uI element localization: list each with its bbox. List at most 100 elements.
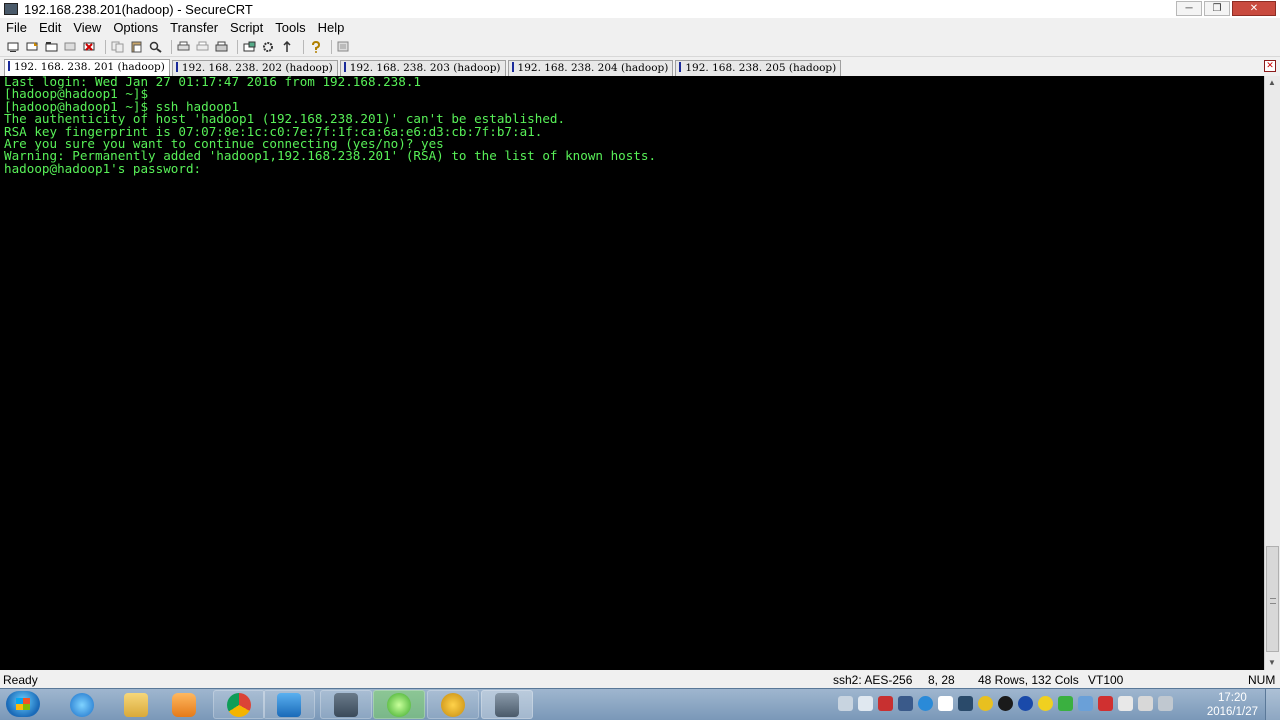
toolbar-separator (303, 39, 304, 54)
connect-tab-icon[interactable] (44, 39, 60, 54)
media-player-icon (172, 692, 196, 717)
status-cipher: ssh2: AES-256 (833, 673, 913, 687)
taskbar-ie[interactable] (56, 690, 108, 719)
disconnect-icon[interactable] (82, 39, 98, 54)
copy-icon[interactable] (110, 39, 126, 54)
status-cursor-position: 8, 28 (928, 673, 955, 687)
minimize-button[interactable]: ─ (1176, 1, 1202, 16)
menu-view[interactable]: View (67, 20, 107, 35)
menu-help[interactable]: Help (312, 20, 351, 35)
taskbar: 17:20 2016/1/27 (0, 688, 1280, 720)
securecrt-icon (495, 692, 519, 717)
file-explorer-icon (124, 692, 148, 717)
menu-edit[interactable]: Edit (33, 20, 67, 35)
taskbar-security[interactable] (320, 690, 372, 719)
tab-session-205[interactable]: 192. 168. 238. 205 (hadoop) (675, 60, 842, 76)
scroll-down-icon[interactable]: ▼ (1265, 656, 1279, 670)
plus-icon[interactable] (1038, 696, 1053, 711)
taskbar-e-app[interactable] (427, 690, 479, 719)
tab-session-201[interactable]: 192. 168. 238. 201 (hadoop) (4, 59, 170, 76)
session-options-icon[interactable] (242, 39, 258, 54)
print-icon[interactable] (214, 39, 230, 54)
sftp-icon[interactable] (336, 39, 352, 54)
taskbar-explorer[interactable] (110, 690, 162, 719)
keyboard-icon[interactable] (838, 696, 853, 711)
help-icon[interactable] (308, 39, 324, 54)
tab-session-204[interactable]: 192. 168. 238. 204 (hadoop) (507, 60, 674, 76)
antivirus-icon[interactable] (878, 696, 893, 711)
toolbar-separator (171, 39, 172, 54)
security-shield-icon[interactable] (1058, 696, 1073, 711)
signal-icon[interactable] (1158, 696, 1173, 711)
tab-session-203[interactable]: 192. 168. 238. 203 (hadoop) (339, 60, 506, 76)
network-share-icon[interactable] (898, 696, 913, 711)
maximize-button[interactable]: ❐ (1204, 1, 1230, 16)
close-tab-icon[interactable]: ✕ (1264, 60, 1276, 72)
status-emulation: VT100 (1088, 673, 1124, 687)
volume-icon[interactable] (1138, 696, 1153, 711)
status-bar: Ready ssh2: AES-256 8, 28 48 Rows, 132 C… (0, 672, 1280, 688)
internet-explorer-icon (70, 692, 94, 717)
securecrt-app-icon[interactable] (4, 3, 18, 15)
menu-script[interactable]: Script (224, 20, 269, 35)
system-tray (838, 696, 1173, 711)
window-controls: ─ ❐ ✕ (1176, 1, 1276, 16)
taskbar-chrome[interactable] (213, 690, 265, 719)
taskbar-outlook[interactable] (263, 690, 315, 719)
scroll-up-icon[interactable]: ▲ (1265, 76, 1279, 90)
taskbar-media[interactable] (158, 690, 210, 719)
connect-icon[interactable] (6, 39, 22, 54)
smiley-icon[interactable] (978, 696, 993, 711)
monitor-icon[interactable] (958, 696, 973, 711)
menu-tools[interactable]: Tools (269, 20, 311, 35)
terminal-scrollbar[interactable]: ▲ ▼ (1264, 76, 1280, 670)
system-clock[interactable]: 17:20 2016/1/27 (1207, 691, 1258, 719)
reconnect-icon[interactable] (63, 39, 79, 54)
qq-icon[interactable] (998, 696, 1013, 711)
keymap-icon[interactable] (280, 39, 296, 54)
quick-connect-icon[interactable] (25, 39, 41, 54)
bluetooth-icon[interactable] (1018, 696, 1033, 711)
status-numlock: NUM (1248, 673, 1276, 687)
scroll-grip-icon (1270, 598, 1276, 604)
toolbar (0, 37, 1280, 57)
paste-icon[interactable] (129, 39, 145, 54)
shield-icon[interactable] (918, 696, 933, 711)
sync-app-icon (387, 692, 411, 717)
start-button[interactable] (6, 691, 40, 717)
menu-options[interactable]: Options (107, 20, 164, 35)
power-icon[interactable] (1118, 696, 1133, 711)
terminal-line: hadoop@hadoop1's password: (4, 160, 202, 176)
print-setup-icon[interactable] (176, 39, 192, 54)
status-terminal-size: 48 Rows, 132 Cols (978, 673, 1079, 687)
show-desktop-button[interactable] (1265, 689, 1280, 720)
flag-icon[interactable] (1098, 696, 1113, 711)
toolbar-separator (331, 39, 332, 54)
pen-icon[interactable] (858, 696, 873, 711)
display-icon[interactable] (1078, 696, 1093, 711)
find-icon[interactable] (148, 39, 164, 54)
toolbar-separator (105, 39, 106, 54)
taskbar-sync[interactable] (373, 690, 425, 719)
menu-file[interactable]: File (0, 20, 33, 35)
print-selection-icon[interactable] (195, 39, 211, 54)
status-ready: Ready (3, 673, 38, 687)
menu-transfer[interactable]: Transfer (164, 20, 224, 35)
window-title: 192.168.238.201(hadoop) - SecureCRT (24, 1, 253, 17)
tab-session-202[interactable]: 192. 168. 238. 202 (hadoop) (171, 60, 338, 76)
taskbar-securecrt[interactable] (481, 690, 533, 719)
close-button[interactable]: ✕ (1232, 1, 1276, 16)
menu-bar: File Edit View Options Transfer Script T… (0, 18, 1280, 36)
global-options-icon[interactable] (261, 39, 277, 54)
terminal-screen[interactable]: Last login: Wed Jan 27 01:17:47 2016 fro… (0, 76, 1264, 670)
clock-date: 2016/1/27 (1206, 706, 1258, 718)
session-tab-bar: 192. 168. 238. 201 (hadoop) 192. 168. 23… (0, 58, 1280, 76)
windows-icon[interactable] (938, 696, 953, 711)
clock-time: 17:20 (1218, 692, 1247, 704)
e-app-icon (441, 692, 465, 717)
title-bar: 192.168.238.201(hadoop) - SecureCRT ─ ❐ … (0, 0, 1280, 18)
scroll-thumb[interactable] (1266, 546, 1279, 652)
terminal-line: Last login: Wed Jan 27 01:17:47 2016 fro… (4, 76, 422, 89)
chrome-icon (227, 692, 251, 717)
toolbar-separator (237, 39, 238, 54)
